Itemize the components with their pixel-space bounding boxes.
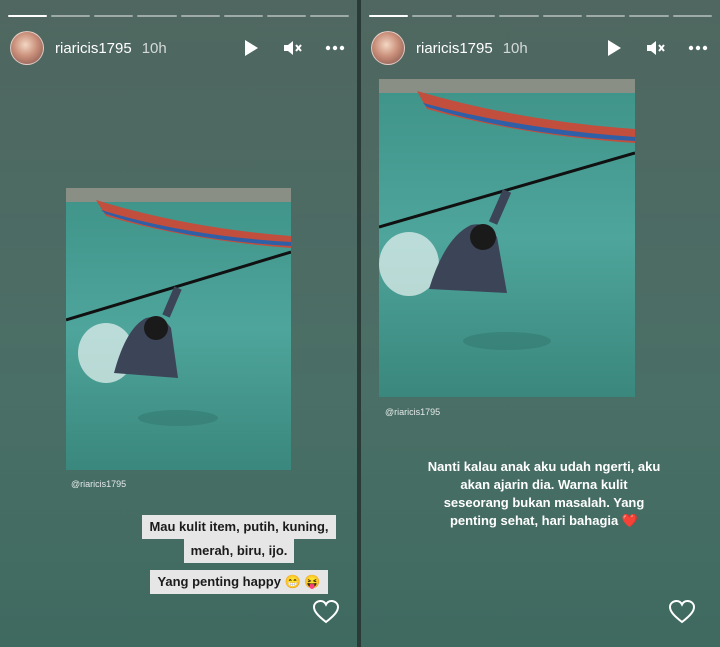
photo-credit: @riaricis1795 xyxy=(71,479,127,489)
story-header: riaricis1795 10h xyxy=(10,30,347,66)
progress-segment xyxy=(629,15,669,17)
story-photo xyxy=(66,188,291,470)
story-progress-bar xyxy=(8,15,349,17)
mute-icon[interactable] xyxy=(644,36,668,60)
progress-segment xyxy=(137,15,177,17)
story-left[interactable]: riaricis1795 10h @riaricis1795 Mau kulit… xyxy=(0,0,357,647)
progress-segment xyxy=(369,15,409,17)
progress-segment xyxy=(585,15,626,17)
progress-segment xyxy=(672,15,712,17)
story-right[interactable]: riaricis1795 10h @riaricis1795 Nanti kal… xyxy=(361,0,720,647)
sticker-line: Mau kulit item, putih, kuning, xyxy=(142,515,336,539)
progress-segment xyxy=(266,15,306,17)
caption-line: penting sehat, hari bahagia ❤️ xyxy=(449,513,639,528)
more-icon[interactable] xyxy=(686,36,710,60)
mute-icon[interactable] xyxy=(281,36,305,60)
sticker-line: merah, biru, ijo. xyxy=(183,539,295,563)
progress-segment xyxy=(223,15,263,17)
heart-icon[interactable] xyxy=(312,599,340,624)
progress-segment xyxy=(542,15,582,17)
progress-segment xyxy=(51,15,91,17)
avatar[interactable] xyxy=(371,31,405,65)
sticker-line: Yang penting happy 😁 😝 xyxy=(150,570,328,594)
story-header: riaricis1795 10h xyxy=(371,30,710,66)
progress-segment xyxy=(455,15,496,17)
play-icon[interactable] xyxy=(239,36,263,60)
caption-line: Nanti kalau anak aku udah ngerti, aku xyxy=(427,459,661,474)
caption-line: seseorang bukan masalah. Yang xyxy=(443,495,645,510)
story-caption: Nanti kalau anak aku udah ngerti, aku ak… xyxy=(371,458,717,530)
progress-segment xyxy=(499,15,539,17)
photo-credit: @riaricis1795 xyxy=(385,407,441,417)
story-progress-bar xyxy=(369,15,712,17)
more-icon[interactable] xyxy=(323,36,347,60)
happy-sticker: Yang penting happy 😁 😝 xyxy=(120,570,357,594)
progress-segment xyxy=(180,15,220,17)
play-icon[interactable] xyxy=(602,36,626,60)
timestamp: 10h xyxy=(502,39,528,57)
progress-segment xyxy=(94,15,134,17)
story-photo xyxy=(379,79,635,397)
heart-icon[interactable] xyxy=(668,599,696,624)
caption-line: akan ajarin dia. Warna kulit xyxy=(460,477,628,492)
text-sticker: Mau kulit item, putih, kuning, merah, bi… xyxy=(120,515,357,563)
progress-segment xyxy=(309,15,349,17)
username[interactable]: riaricis1795 xyxy=(416,40,493,57)
username[interactable]: riaricis1795 xyxy=(55,40,132,57)
timestamp: 10h xyxy=(141,39,167,57)
progress-segment xyxy=(412,15,452,17)
avatar[interactable] xyxy=(10,31,44,65)
progress-segment xyxy=(8,15,48,17)
